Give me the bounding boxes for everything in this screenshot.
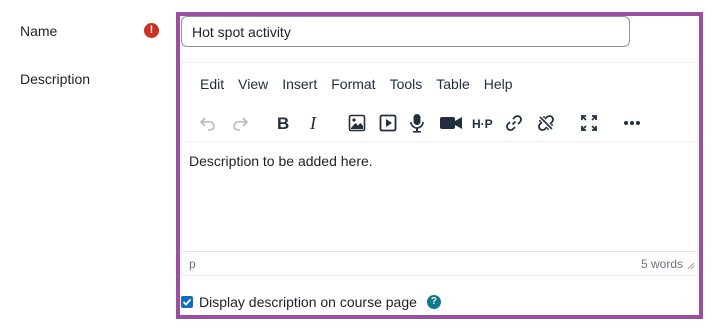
image-icon[interactable] (343, 109, 371, 137)
menu-format[interactable]: Format (324, 73, 382, 97)
resize-handle-icon[interactable] (687, 259, 695, 273)
description-editor: Edit View Insert Format Tools Table Help… (181, 62, 698, 276)
required-icon: ! (144, 23, 159, 38)
help-icon[interactable]: ? (426, 295, 441, 309)
menu-insert[interactable]: Insert (275, 73, 324, 97)
more-icon[interactable] (618, 109, 646, 137)
editor-menubar: Edit View Insert Format Tools Table Help (182, 73, 697, 97)
description-label: Description (20, 71, 91, 87)
menu-view[interactable]: View (231, 73, 275, 97)
toolbar-divider (182, 141, 697, 142)
italic-icon[interactable]: I (300, 109, 328, 137)
element-path[interactable]: p (189, 257, 196, 271)
fullscreen-icon[interactable] (575, 109, 603, 137)
svg-text:B: B (277, 114, 289, 132)
word-count[interactable]: 5 words (641, 257, 683, 271)
svg-text:I: I (309, 114, 317, 132)
editor-content[interactable]: Description to be added here. (189, 153, 373, 169)
redo-icon[interactable] (226, 109, 254, 137)
record-video-icon[interactable] (437, 109, 465, 137)
menu-edit[interactable]: Edit (182, 73, 231, 97)
editor-statusbar: p 5 words (182, 251, 697, 275)
menu-help[interactable]: Help (477, 73, 520, 97)
name-label: Name (20, 23, 58, 39)
editor-toolbar: B I H·P (182, 107, 697, 137)
unlink-icon[interactable] (532, 109, 560, 137)
media-icon[interactable] (374, 109, 402, 137)
link-icon[interactable] (500, 109, 528, 137)
record-audio-icon[interactable] (403, 109, 431, 137)
checkmark-icon (182, 298, 192, 306)
display-description-label[interactable]: Display description on course page (199, 294, 417, 310)
h5p-icon[interactable]: H·P (469, 109, 499, 137)
menu-table[interactable]: Table (429, 73, 476, 97)
menu-tools[interactable]: Tools (383, 73, 430, 97)
bold-icon[interactable]: B (269, 109, 297, 137)
name-input[interactable] (181, 16, 630, 47)
undo-icon[interactable] (194, 109, 222, 137)
h5p-text: H·P (472, 117, 493, 130)
display-description-checkbox[interactable] (181, 296, 193, 308)
display-description-option: Display description on course page ? (181, 293, 441, 311)
